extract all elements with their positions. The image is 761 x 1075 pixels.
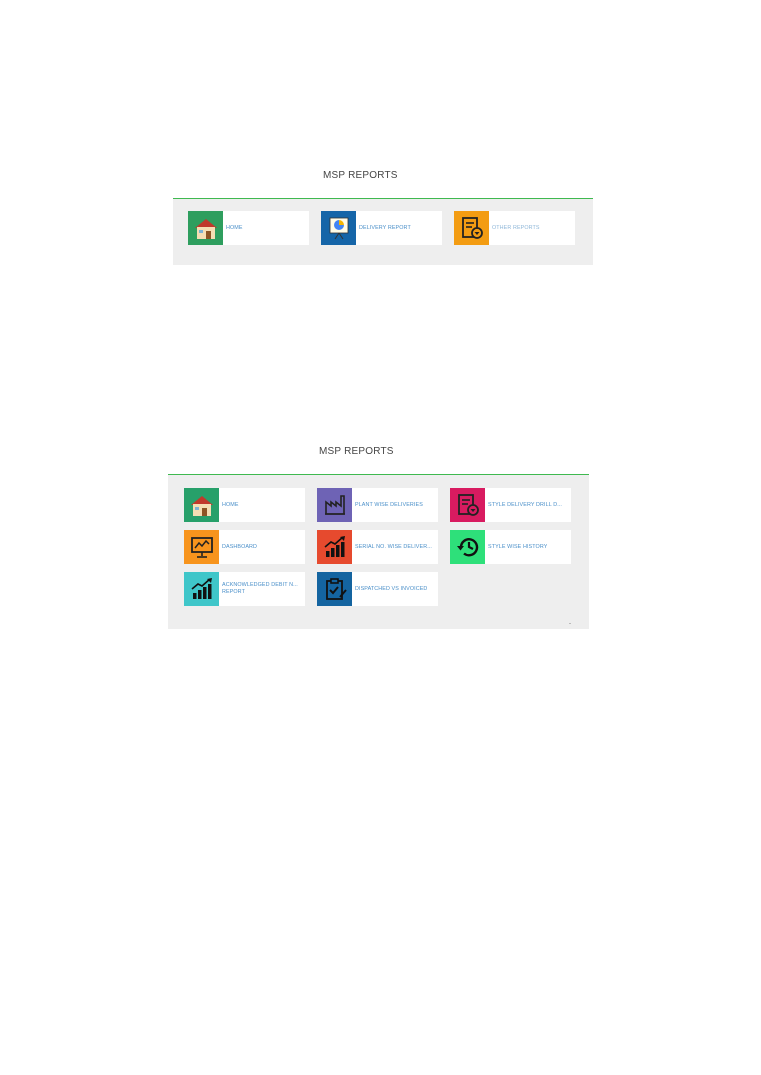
presentation-chart-icon xyxy=(321,211,356,245)
tile-serial-no-wise-deliveries[interactable]: SERIAL NO. WISE DELIVER... xyxy=(317,530,438,564)
tile-style-wise-history[interactable]: STYLE WISE HISTORY xyxy=(450,530,571,564)
tile-label: STYLE WISE HISTORY xyxy=(488,543,548,550)
tile-label: DISPATCHED VS INVOICED xyxy=(355,585,428,592)
tile-label: SERIAL NO. WISE DELIVER... xyxy=(355,543,432,550)
tile-label: HOME xyxy=(226,224,243,231)
divider xyxy=(569,623,571,624)
tile-other-reports[interactable]: OTHER REPORTS xyxy=(454,211,575,245)
tile-dashboard[interactable]: DASHBOARD xyxy=(184,530,305,564)
tile-label: PLANT WISE DELIVERIES xyxy=(355,501,423,508)
reports-panel: HOME DELIVERY REPORT OTHER REPORTS xyxy=(173,198,593,265)
tile-label: STYLE DELIVERY DRILL D... xyxy=(488,501,563,508)
tile-home[interactable]: HOME xyxy=(188,211,309,245)
tile-label: DASHBOARD xyxy=(222,543,258,550)
tile-delivery-report[interactable]: DELIVERY REPORT xyxy=(321,211,442,245)
factory-icon xyxy=(317,488,352,522)
document-settings-icon xyxy=(454,211,489,245)
page-title: MSP REPORTS xyxy=(319,446,394,457)
tile-label: ACKNOWLEDGED DEBIT N... REPORT xyxy=(222,582,298,595)
bar-chart-up-icon xyxy=(317,530,352,564)
tile-style-delivery-drill[interactable]: STYLE DELIVERY DRILL D... xyxy=(450,488,571,522)
tile-label: DELIVERY REPORT xyxy=(359,224,411,231)
tile-home[interactable]: HOME xyxy=(184,488,305,522)
tile-plant-wise-deliveries[interactable]: PLANT WISE DELIVERIES xyxy=(317,488,438,522)
page-title: MSP REPORTS xyxy=(323,170,398,181)
tile-label: OTHER REPORTS xyxy=(492,224,540,231)
house-icon xyxy=(188,211,223,245)
tile-dispatched-vs-invoiced[interactable]: DISPATCHED VS INVOICED xyxy=(317,572,438,606)
document-settings-icon xyxy=(450,488,485,522)
clipboard-check-icon xyxy=(317,572,352,606)
tile-acknowledged-debit-note-report[interactable]: ACKNOWLEDGED DEBIT N... REPORT xyxy=(184,572,305,606)
presentation-chart-icon xyxy=(184,530,219,564)
bar-chart-up-icon xyxy=(184,572,219,606)
history-icon xyxy=(450,530,485,564)
tile-label: HOME xyxy=(222,501,239,508)
reports-panel: HOME PLANT WISE DELIVERIES STYLE DELIVER… xyxy=(168,474,589,629)
house-icon xyxy=(184,488,219,522)
